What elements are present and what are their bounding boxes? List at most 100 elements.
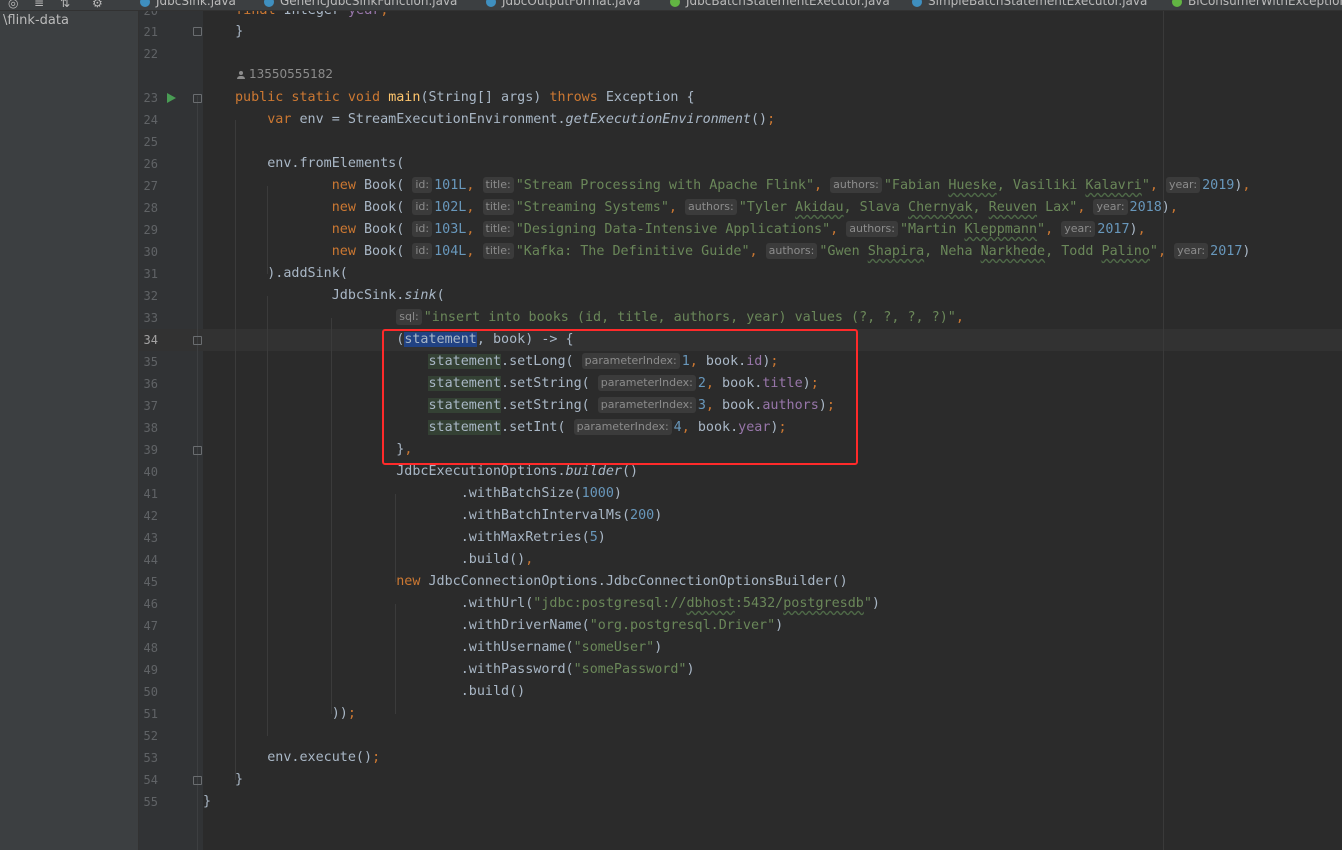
line-number[interactable]: 48 (139, 637, 158, 659)
code-line[interactable]: sql: "insert into books (id, title, autho… (235, 307, 964, 329)
code-author-label: 13550555182 (249, 67, 333, 81)
code-line[interactable]: .withMaxRetries(5) (235, 527, 606, 549)
keyword: ; (372, 750, 381, 765)
code-line[interactable]: new JdbcConnectionOptions.JdbcConnection… (235, 571, 847, 593)
line-number[interactable]: 46 (139, 593, 158, 615)
line-number[interactable]: 21 (139, 21, 158, 43)
editor-tab-bar: ◎ ≡ ⇅ ⚙ JdbcSink.java GenericJdbcSinkFun… (0, 0, 1342, 11)
tab-jdbcsink[interactable]: JdbcSink.java (140, 0, 236, 8)
line-number[interactable]: 42 (139, 505, 158, 527)
line-number[interactable]: 50 (139, 681, 158, 703)
code-token: env.fromElements( (235, 156, 405, 171)
code-line[interactable]: .build(), (235, 549, 534, 571)
code-line[interactable]: .withUsername("someUser") (235, 637, 663, 659)
line-number[interactable]: 36 (139, 373, 158, 395)
line-number[interactable]: 52 (139, 725, 158, 747)
line-number[interactable]: 31 (139, 263, 158, 285)
java-class-icon (486, 0, 496, 7)
code-token: ( (235, 332, 405, 347)
code-token: () (621, 464, 639, 479)
line-number[interactable]: 49 (139, 659, 158, 681)
code-line[interactable]: env.execute(); (235, 747, 380, 769)
globe-icon[interactable]: ◎ (8, 0, 18, 10)
line-number[interactable]: 32 (139, 285, 158, 307)
line-number[interactable]: 47 (139, 615, 158, 637)
code-author-inlay[interactable]: 13550555182 (237, 67, 333, 81)
line-number[interactable]: 53 (139, 747, 158, 769)
code-line[interactable]: new Book( id: 103L, title: "Designing Data… (235, 219, 1146, 241)
tab-jdbcoutputformat[interactable]: JdbcOutputFormat.java (486, 0, 640, 8)
string-literal: " (1141, 178, 1150, 193)
fold-marker-icon[interactable] (193, 776, 202, 785)
code-line[interactable]: } (235, 769, 243, 791)
code-line[interactable]: ).addSink( (235, 263, 348, 285)
code-token: JdbcSink. (235, 288, 405, 303)
tab-genericjdbcsinkfunction[interactable]: GenericJdbcSinkFunction.java (264, 0, 457, 8)
string-literal: "Stream Processing with Apache Flink" (515, 178, 815, 193)
line-number[interactable]: 30 (139, 241, 158, 263)
fold-marker-icon[interactable] (193, 94, 202, 103)
line-number[interactable]: 25 (139, 131, 158, 153)
code-line[interactable]: new Book( id: 101L, title: "Stream Process… (235, 175, 1250, 197)
run-main-icon[interactable] (167, 93, 176, 103)
code-line[interactable]: env.fromElements( (235, 153, 404, 175)
tab-simplebatchstatementexecutor[interactable]: SimpleBatchStatementExecutor.java (912, 0, 1147, 8)
keyword: , (955, 310, 964, 325)
code-token: } (235, 442, 405, 457)
sort-icon[interactable]: ⇅ (60, 0, 70, 10)
line-number[interactable]: 24 (139, 109, 158, 131)
keyword: new (331, 178, 364, 193)
code-line[interactable]: .build() (235, 681, 526, 703)
line-number[interactable]: 22 (139, 43, 158, 65)
code-line[interactable]: .withBatchSize(1000) (235, 483, 622, 505)
parameter-hint: authors: (765, 243, 818, 259)
line-number[interactable]: 37 (139, 395, 158, 417)
code-line[interactable]: var env = StreamExecutionEnvironment.get… (235, 109, 775, 131)
keyword: new (396, 574, 429, 589)
line-number[interactable]: 43 (139, 527, 158, 549)
tab-jdbcbatchstatementexecutor[interactable]: JdbcBatchStatementExecutor.java (670, 0, 890, 8)
line-number[interactable]: 27 (139, 175, 158, 197)
fold-marker-icon[interactable] (193, 27, 202, 36)
line-number[interactable]: 23 (139, 87, 158, 109)
line-number[interactable]: 45 (139, 571, 158, 593)
line-number[interactable]: 38 (139, 417, 158, 439)
string-literal: "insert into books (id, title, authors, … (423, 310, 956, 325)
code-token: () (750, 112, 768, 127)
line-number[interactable]: 41 (139, 483, 158, 505)
line-number[interactable]: 33 (139, 307, 158, 329)
code-line[interactable]: public static void main(String[] args) t… (235, 87, 695, 109)
code-line[interactable]: new Book( id: 104L, title: "Kafka: The Def… (235, 241, 1250, 263)
line-number[interactable]: 26 (139, 153, 158, 175)
fold-marker-icon[interactable] (193, 336, 202, 345)
code-line[interactable]: } (203, 791, 211, 813)
code-line[interactable]: JdbcSink.sink( (235, 285, 445, 307)
line-number[interactable]: 29 (139, 219, 158, 241)
line-number[interactable]: 51 (139, 703, 158, 725)
line-number-current[interactable]: 34 (139, 329, 158, 351)
keyword: , (466, 200, 483, 215)
code-token: ) (686, 662, 695, 677)
code-line[interactable]: new Book( id: 102L, title: "Streaming Syst… (235, 197, 1178, 219)
line-number[interactable]: 40 (139, 461, 158, 483)
line-number[interactable]: 28 (139, 197, 158, 219)
code-line[interactable]: .withUrl("jdbc:postgresql://dbhost:5432/… (235, 593, 880, 615)
fold-marker-icon[interactable] (193, 446, 202, 455)
collapse-icon[interactable]: ≡ (34, 0, 44, 10)
tab-biconsumerwithexception[interactable]: BiConsumerWithException.java (1172, 0, 1342, 8)
number-literal: 2017 (1210, 244, 1243, 259)
line-number[interactable]: 44 (139, 549, 158, 571)
line-number[interactable]: 55 (139, 791, 158, 813)
code-line[interactable]: .withBatchIntervalMs(200) (235, 505, 663, 527)
code-line[interactable]: } (203, 21, 243, 43)
gear-icon[interactable]: ⚙ (92, 0, 103, 10)
project-root-item[interactable]: \flink-data (3, 13, 69, 28)
line-number[interactable]: 54 (139, 769, 158, 791)
code-line[interactable]: .withPassword("somePassword") (235, 659, 695, 681)
line-number[interactable]: 35 (139, 351, 158, 373)
code-line[interactable]: )); (235, 703, 356, 725)
code-line[interactable]: .withDriverName("org.postgresql.Driver") (235, 615, 784, 637)
line-number[interactable]: 39 (139, 439, 158, 461)
code-token: .build() (235, 684, 526, 699)
